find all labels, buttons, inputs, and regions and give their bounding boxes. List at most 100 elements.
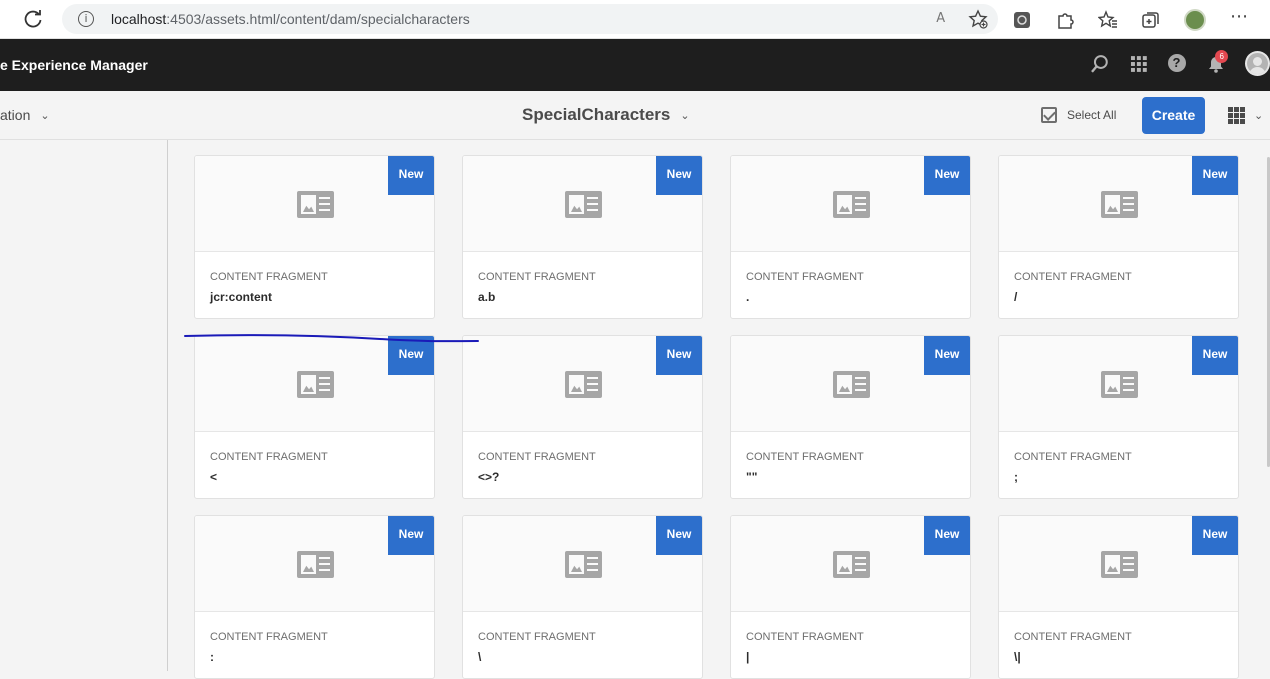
- browser-profile-avatar[interactable]: [1184, 9, 1206, 31]
- new-badge: New: [924, 156, 970, 195]
- card-view-icon: [1228, 107, 1245, 124]
- select-all-checkbox-icon: [1041, 107, 1057, 123]
- more-options-icon[interactable]: ⋯: [1229, 10, 1249, 30]
- content-fragment-card[interactable]: New CONTENT FRAGMENT |: [730, 515, 971, 679]
- new-badge: New: [388, 336, 434, 375]
- content-fragment-icon: [833, 371, 870, 398]
- create-button[interactable]: Create: [1142, 97, 1205, 134]
- left-rail: [0, 140, 168, 671]
- new-badge: New: [388, 156, 434, 195]
- card-title: <>?: [478, 470, 499, 484]
- product-title[interactable]: e Experience Manager: [0, 57, 148, 73]
- select-all-button[interactable]: Select All: [1041, 107, 1116, 123]
- card-type-label: CONTENT FRAGMENT: [746, 631, 864, 643]
- rail-view-switcher[interactable]: ation ⌄: [0, 107, 50, 123]
- rail-view-label: ation: [0, 107, 30, 123]
- read-aloud-icon[interactable]: A ⁲: [932, 9, 952, 29]
- content-fragment-card[interactable]: New CONTENT FRAGMENT.: [730, 155, 971, 319]
- site-info-icon[interactable]: i: [78, 11, 94, 27]
- card-title: jcr:content: [210, 290, 272, 304]
- help-icon[interactable]: ?: [1168, 54, 1188, 74]
- header-actions: ? 6: [1090, 51, 1270, 76]
- extension-app-icon[interactable]: [1012, 10, 1032, 30]
- card-title: a.b: [478, 290, 495, 304]
- url-host: localhost: [111, 11, 166, 27]
- chevron-down-icon: ⌄: [40, 109, 49, 122]
- user-avatar[interactable]: [1245, 51, 1270, 76]
- browser-extension-icons: ⋯: [1012, 9, 1249, 31]
- card-title: /: [1014, 290, 1017, 304]
- browser-toolbar: i localhost:4503/assets.html/content/dam…: [0, 0, 1270, 39]
- select-all-label: Select All: [1067, 108, 1116, 122]
- action-bar: ation ⌄ SpecialCharacters ⌄ Select All C…: [0, 91, 1270, 140]
- help-glyph: ?: [1168, 54, 1186, 72]
- new-badge: New: [656, 336, 702, 375]
- favorites-icon[interactable]: [1098, 10, 1118, 30]
- address-bar-actions: A ⁲: [932, 9, 988, 29]
- card-type-label: CONTENT FRAGMENT: [1014, 451, 1132, 463]
- address-bar[interactable]: i localhost:4503/assets.html/content/dam…: [62, 4, 998, 34]
- card-type-label: CONTENT FRAGMENT: [746, 451, 864, 463]
- notifications-button[interactable]: 6: [1206, 54, 1226, 74]
- new-badge: New: [924, 516, 970, 555]
- card-type-label: CONTENT FRAGMENT: [478, 631, 596, 643]
- card-title: "": [746, 470, 757, 484]
- card-type-label: CONTENT FRAGMENT: [478, 451, 596, 463]
- content-fragment-icon: [833, 551, 870, 578]
- content-fragment-card[interactable]: New CONTENT FRAGMENT <: [194, 335, 435, 499]
- new-badge: New: [924, 336, 970, 375]
- content-fragment-icon: [1101, 191, 1138, 218]
- card-type-label: CONTENT FRAGMENT: [1014, 271, 1132, 283]
- extensions-puzzle-icon[interactable]: [1055, 10, 1075, 30]
- reload-icon[interactable]: [22, 8, 44, 30]
- chevron-down-icon: ⌄: [680, 109, 689, 122]
- chevron-down-icon: ⌄: [1254, 109, 1263, 122]
- content-fragment-card[interactable]: New CONTENT FRAGMENT /: [998, 155, 1239, 319]
- card-title: \: [478, 650, 481, 664]
- solution-switcher-icon[interactable]: [1129, 54, 1149, 74]
- card-type-label: CONTENT FRAGMENT: [746, 271, 864, 283]
- card-type-label: CONTENT FRAGMENT: [210, 451, 328, 463]
- content-fragment-card[interactable]: New CONTENT FRAGMENT <>?: [462, 335, 703, 499]
- content-fragment-card[interactable]: New CONTENT FRAGMENT \: [462, 515, 703, 679]
- content-fragment-card[interactable]: New CONTENT FRAGMENT a.b: [462, 155, 703, 319]
- content-fragment-icon: [833, 191, 870, 218]
- card-type-label: CONTENT FRAGMENT: [210, 631, 328, 643]
- card-type-label: CONTENT FRAGMENT: [1014, 631, 1132, 643]
- collections-icon[interactable]: [1141, 10, 1161, 30]
- content-fragment-card[interactable]: New CONTENT FRAGMENT;: [998, 335, 1239, 499]
- folder-title[interactable]: SpecialCharacters ⌄: [522, 105, 690, 125]
- search-icon[interactable]: [1090, 54, 1110, 74]
- folder-title-text: SpecialCharacters: [522, 105, 670, 125]
- content-fragment-card[interactable]: New CONTENT FRAGMENT \|: [998, 515, 1239, 679]
- card-type-label: CONTENT FRAGMENT: [210, 271, 328, 283]
- new-badge: New: [1192, 156, 1238, 195]
- card-title: ;: [1014, 470, 1018, 484]
- add-favorite-icon[interactable]: [968, 9, 988, 29]
- content-fragment-card[interactable]: New CONTENT FRAGMENT jcr:content: [194, 155, 435, 319]
- content-fragment-icon: [1101, 551, 1138, 578]
- content-fragment-icon: [297, 371, 334, 398]
- url-text[interactable]: localhost:4503/assets.html/content/dam/s…: [111, 11, 470, 27]
- asset-card-grid: New CONTENT FRAGMENT jcr:content New CONTENT…: [169, 140, 1270, 671]
- content-fragment-icon: [565, 371, 602, 398]
- notification-count-badge: 6: [1215, 50, 1228, 63]
- new-badge: New: [388, 516, 434, 555]
- card-title: <: [210, 470, 217, 484]
- card-title: .: [746, 290, 749, 304]
- new-badge: New: [1192, 516, 1238, 555]
- new-badge: New: [1192, 336, 1238, 375]
- new-badge: New: [656, 516, 702, 555]
- view-switcher[interactable]: ⌄: [1228, 107, 1263, 124]
- card-title: :: [210, 650, 214, 664]
- aem-global-header: e Experience Manager ? 6: [0, 39, 1270, 91]
- content-fragment-icon: [565, 191, 602, 218]
- content-fragment-icon: [1101, 371, 1138, 398]
- card-type-label: CONTENT FRAGMENT: [478, 271, 596, 283]
- content-fragment-icon: [297, 191, 334, 218]
- card-title: \|: [1014, 650, 1021, 664]
- content-fragment-icon: [565, 551, 602, 578]
- content-fragment-card[interactable]: New CONTENT FRAGMENT:: [194, 515, 435, 679]
- content-fragment-icon: [297, 551, 334, 578]
- content-fragment-card[interactable]: New CONTENT FRAGMENT "": [730, 335, 971, 499]
